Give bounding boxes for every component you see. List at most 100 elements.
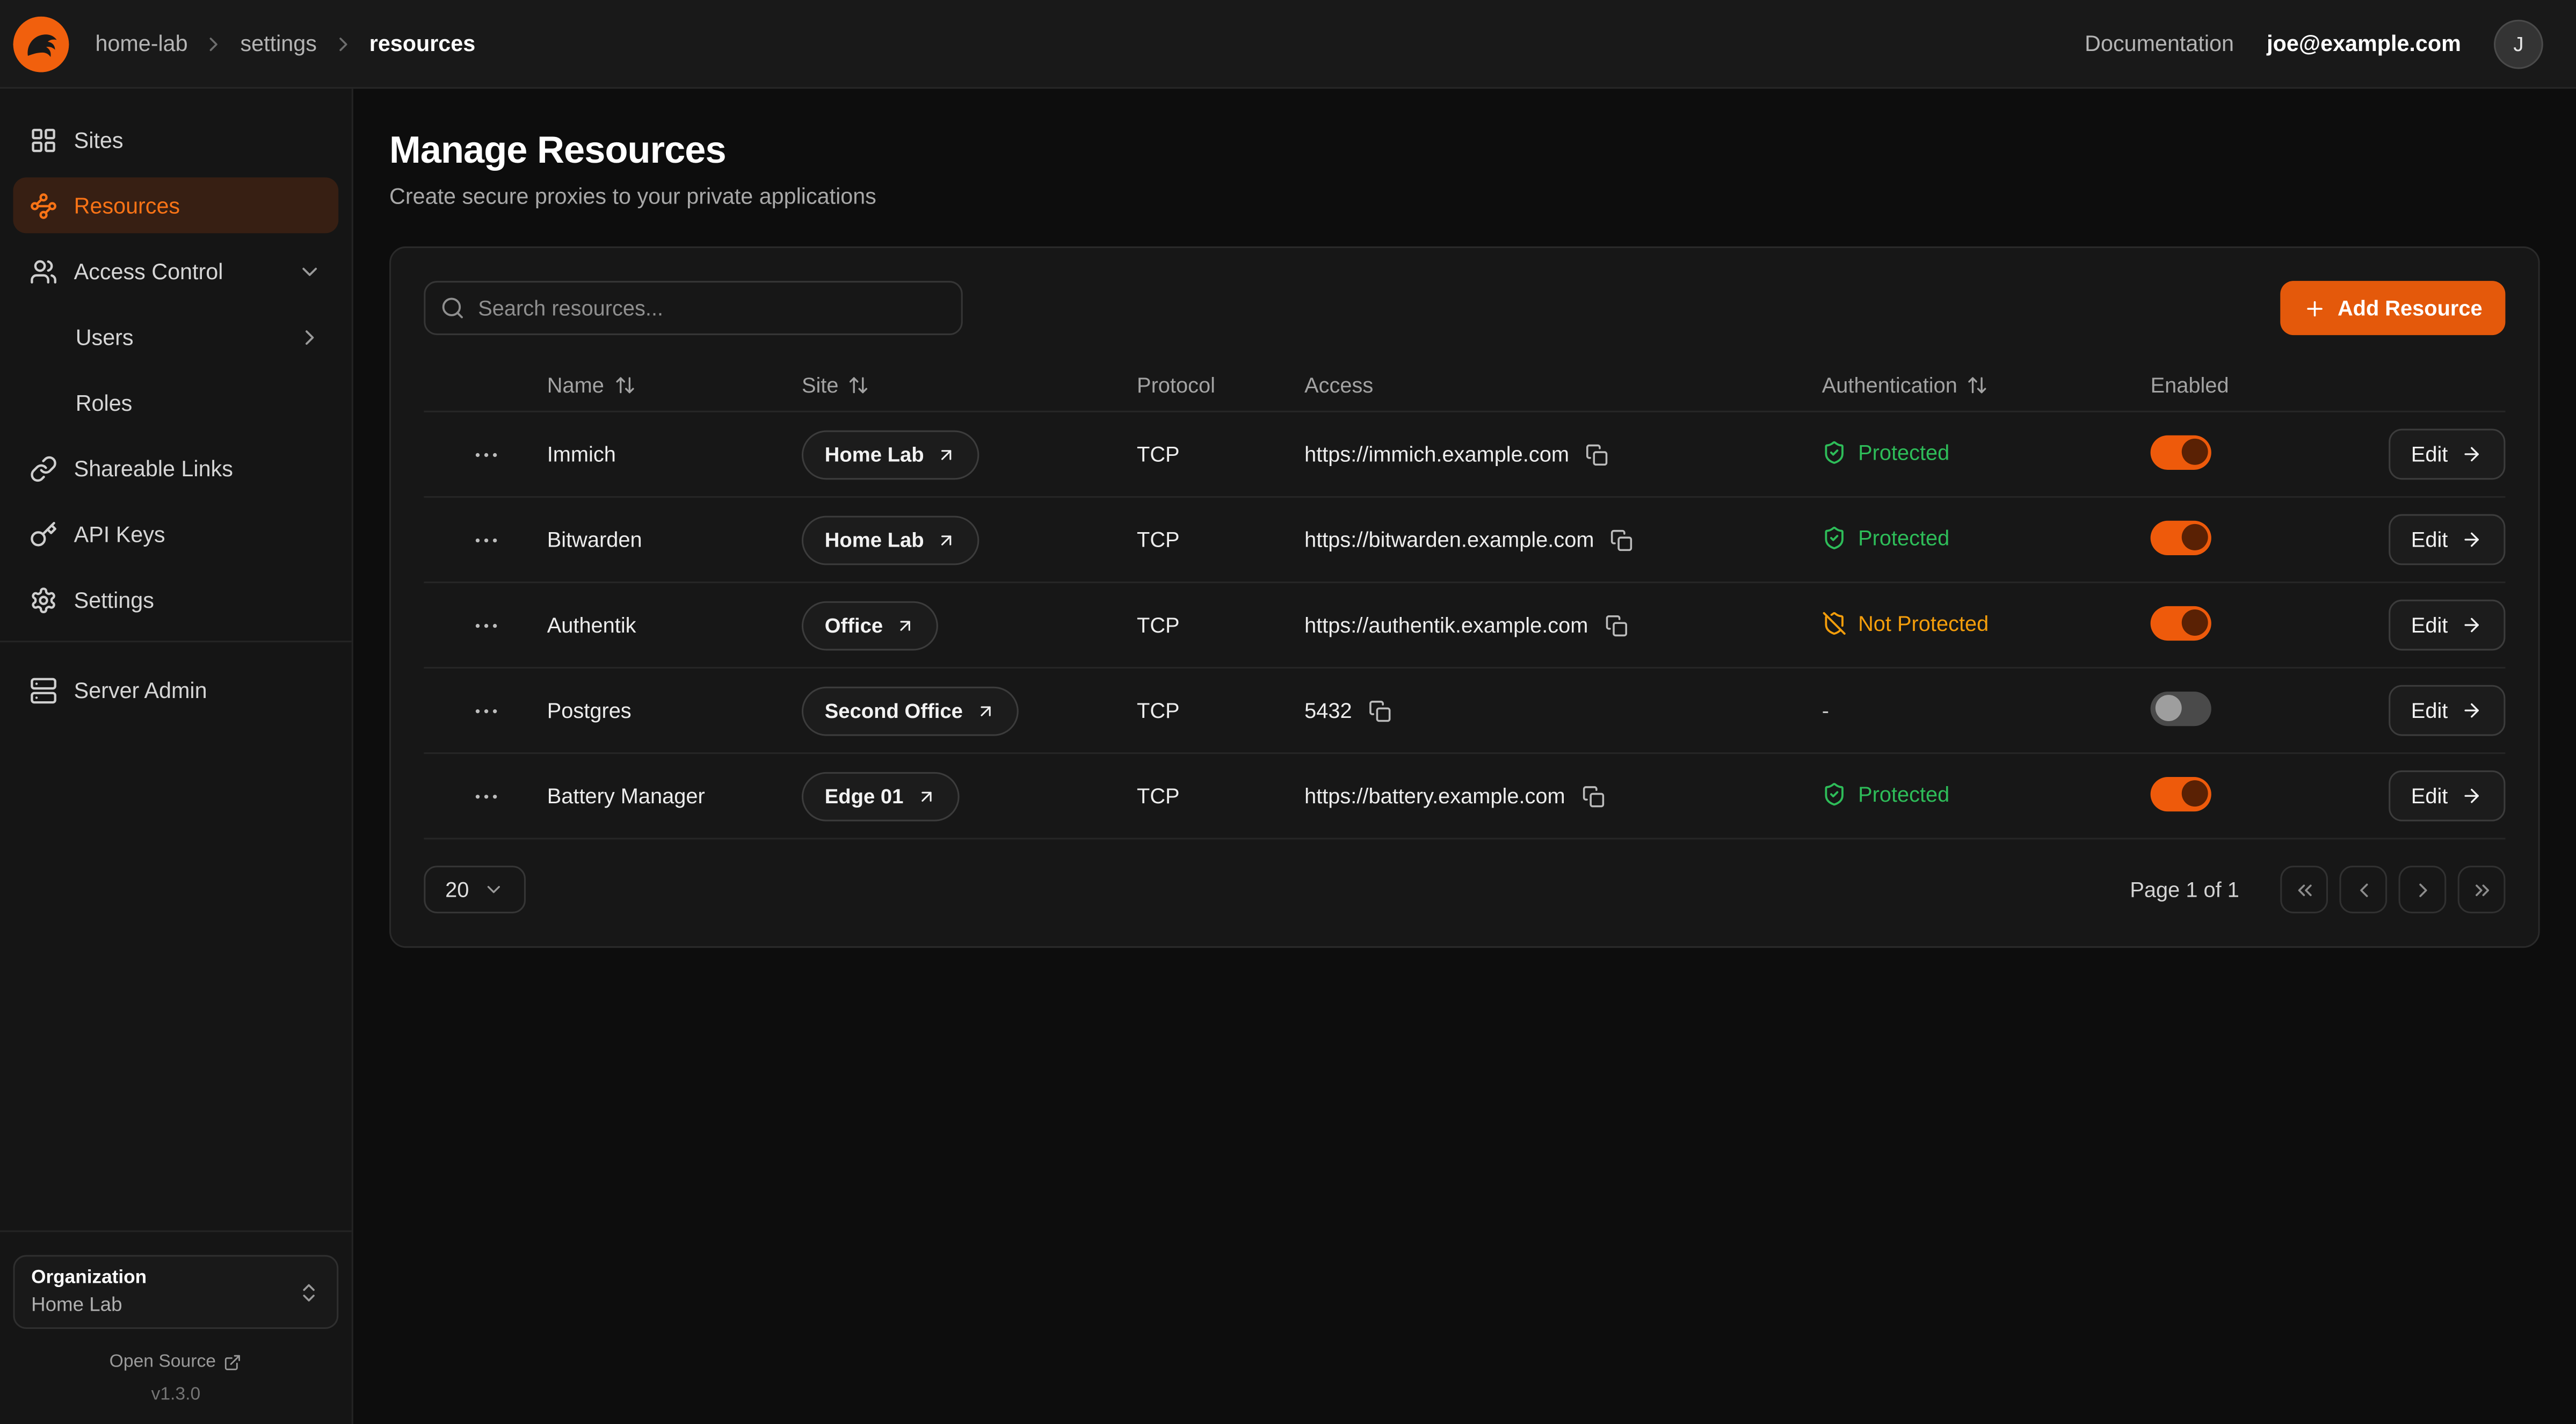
- auth-label: Protected: [1858, 439, 1949, 464]
- sidebar-item-server-admin[interactable]: Server Admin: [13, 662, 338, 718]
- open-source-link[interactable]: Open Source: [13, 1352, 338, 1372]
- last-page-button[interactable]: [2458, 866, 2506, 913]
- sidebar-divider: [0, 641, 352, 642]
- copy-icon[interactable]: [1581, 784, 1605, 808]
- organization-selector[interactable]: Organization Home Lab: [13, 1255, 338, 1329]
- page-size-select[interactable]: 20: [424, 866, 526, 913]
- sidebar-item-shareable-links[interactable]: Shareable Links: [13, 440, 338, 496]
- arrow-up-right-icon: [917, 786, 937, 806]
- header-enabled: Enabled: [2151, 372, 2381, 397]
- sidebar-item-roles[interactable]: Roles: [13, 375, 338, 431]
- topbar: home-lab settings resources Documentatio…: [0, 0, 2576, 89]
- ellipsis-icon: [470, 525, 500, 554]
- table-row: Authentik Office TCP https://authentik.e…: [424, 582, 2505, 667]
- site-link-button[interactable]: Edge 01: [802, 771, 960, 820]
- table-toolbar: Add Resource: [424, 281, 2505, 335]
- page-info: Page 1 of 1: [2130, 877, 2239, 902]
- resource-protocol: TCP: [1137, 527, 1304, 552]
- key-icon: [30, 520, 57, 548]
- search-input[interactable]: [424, 281, 962, 335]
- plus-icon: [2303, 296, 2326, 319]
- sidebar-item-sites[interactable]: Sites: [13, 112, 338, 168]
- copy-icon[interactable]: [1610, 528, 1634, 551]
- chevrons-left-icon: [2292, 878, 2316, 901]
- ellipsis-icon: [470, 439, 500, 469]
- copy-icon[interactable]: [1586, 442, 1609, 466]
- external-link-icon: [224, 1353, 242, 1371]
- row-menu-button[interactable]: [470, 525, 500, 554]
- edit-label: Edit: [2411, 442, 2448, 467]
- edit-button[interactable]: Edit: [2388, 685, 2505, 736]
- row-menu-button[interactable]: [470, 781, 500, 811]
- copy-icon[interactable]: [1368, 699, 1391, 722]
- open-source-label: Open Source: [110, 1352, 216, 1372]
- chevron-down-icon: [484, 879, 505, 900]
- ellipsis-icon: [470, 696, 500, 725]
- app-window: home-lab settings resources Documentatio…: [0, 0, 2576, 1424]
- table-row: Battery Manager Edge 01 TCP https://batt…: [424, 752, 2505, 838]
- arrow-up-right-icon: [896, 615, 916, 635]
- first-page-button[interactable]: [2280, 866, 2328, 913]
- enabled-toggle[interactable]: [2151, 520, 2211, 554]
- user-email: joe@example.com: [2267, 31, 2461, 56]
- row-menu-button[interactable]: [470, 439, 500, 469]
- version-label: v1.3.0: [13, 1385, 338, 1405]
- table-row: Immich Home Lab TCP https://immich.examp…: [424, 411, 2505, 496]
- breadcrumb-org[interactable]: home-lab: [95, 31, 187, 56]
- documentation-link[interactable]: Documentation: [2085, 31, 2234, 56]
- avatar[interactable]: J: [2494, 19, 2543, 68]
- sidebar-item-api-keys[interactable]: API Keys: [13, 506, 338, 562]
- site-name: Office: [825, 614, 883, 637]
- table-header: Name Site Protocol Access Authentication…: [424, 358, 2505, 411]
- edit-label: Edit: [2411, 613, 2448, 637]
- breadcrumb-current: resources: [369, 31, 475, 56]
- edit-button[interactable]: Edit: [2388, 514, 2505, 565]
- server-icon: [30, 676, 57, 704]
- sort-header-site[interactable]: Site: [802, 372, 870, 397]
- resource-protocol: TCP: [1137, 442, 1304, 467]
- site-link-button[interactable]: Home Lab: [802, 515, 980, 564]
- sidebar-item-label: Access Control: [74, 259, 223, 284]
- sort-header-authentication[interactable]: Authentication: [1822, 372, 1989, 397]
- edit-button[interactable]: Edit: [2388, 428, 2505, 479]
- sidebar-item-label: API Keys: [74, 521, 165, 546]
- copy-icon[interactable]: [1605, 614, 1628, 637]
- next-page-button[interactable]: [2399, 866, 2447, 913]
- page-subtitle: Create secure proxies to your private ap…: [389, 184, 2540, 209]
- sort-icon: [614, 374, 635, 395]
- sidebar-item-resources[interactable]: Resources: [13, 177, 338, 233]
- chevron-right-icon: [331, 32, 354, 55]
- sidebar-item-users[interactable]: Users: [13, 309, 338, 365]
- chevron-down-icon: [297, 259, 322, 284]
- enabled-toggle[interactable]: [2151, 434, 2211, 469]
- pangolin-logo-icon[interactable]: [13, 16, 69, 71]
- site-link-button[interactable]: Second Office: [802, 686, 1019, 735]
- breadcrumb-settings[interactable]: settings: [241, 31, 317, 56]
- sidebar-item-settings[interactable]: Settings: [13, 572, 338, 628]
- resource-protocol: TCP: [1137, 613, 1304, 637]
- edit-button[interactable]: Edit: [2388, 600, 2505, 651]
- arrow-right-icon: [2461, 529, 2483, 550]
- sidebar-item-label: Server Admin: [74, 678, 207, 702]
- header-access: Access: [1304, 372, 1822, 397]
- add-resource-button[interactable]: Add Resource: [2280, 281, 2506, 335]
- avatar-initial: J: [2513, 32, 2523, 55]
- auth-label: -: [1822, 698, 1829, 723]
- sidebar-item-access-control[interactable]: Access Control: [13, 243, 338, 299]
- enabled-toggle[interactable]: [2151, 691, 2211, 725]
- site-link-button[interactable]: Office: [802, 600, 939, 650]
- resource-name: Battery Manager: [547, 783, 802, 808]
- main-content: Manage Resources Create secure proxies t…: [353, 89, 2576, 1424]
- site-link-button[interactable]: Home Lab: [802, 430, 980, 479]
- row-menu-button[interactable]: [470, 696, 500, 725]
- row-menu-button[interactable]: [470, 611, 500, 640]
- sidebar-item-label: Users: [76, 324, 134, 349]
- arrow-right-icon: [2461, 700, 2483, 721]
- previous-page-button[interactable]: [2339, 866, 2387, 913]
- enabled-toggle[interactable]: [2151, 776, 2211, 811]
- search-icon: [440, 296, 465, 321]
- chevron-right-icon: [2411, 878, 2434, 901]
- edit-button[interactable]: Edit: [2388, 771, 2505, 822]
- sort-header-name[interactable]: Name: [547, 372, 635, 397]
- enabled-toggle[interactable]: [2151, 605, 2211, 640]
